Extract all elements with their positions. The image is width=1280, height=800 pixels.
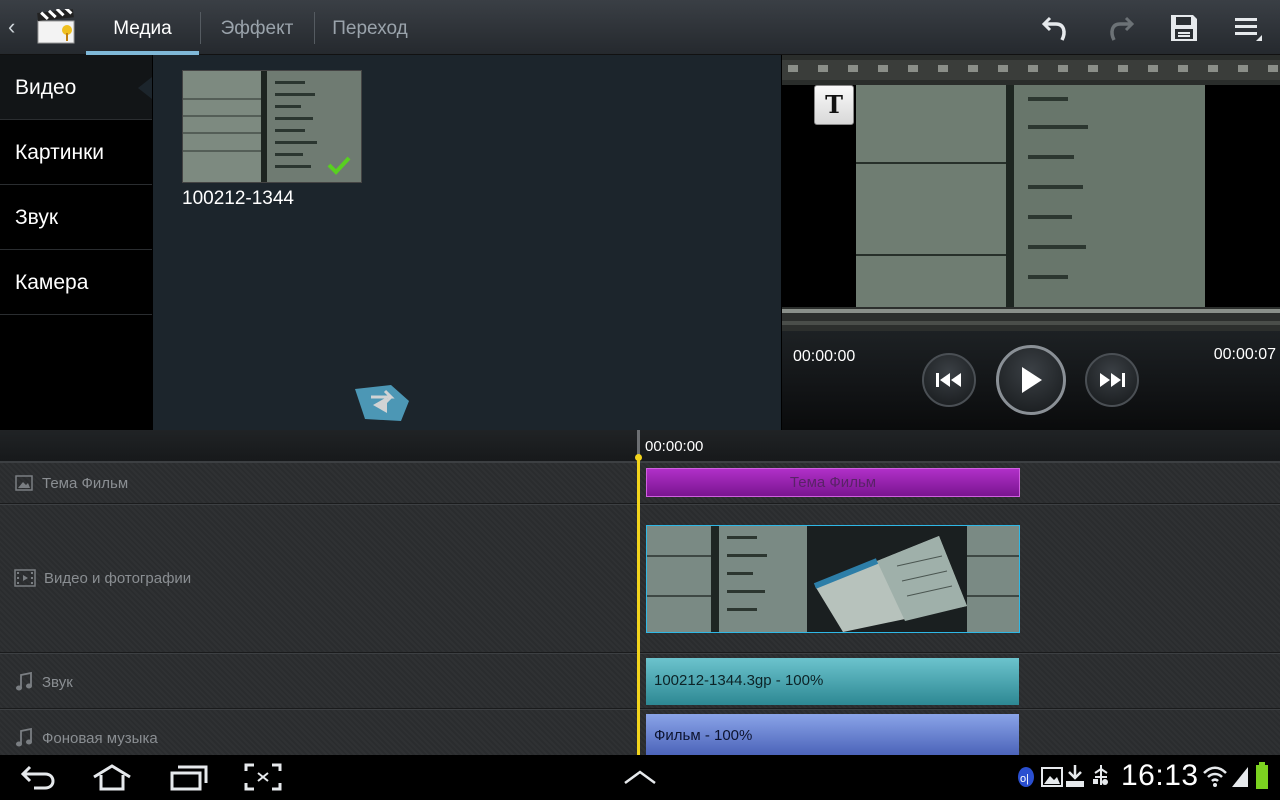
current-time: 00:00:00 <box>793 348 856 365</box>
video-thumbnail-label: 100212-1344 <box>182 188 294 209</box>
media-category-sidebar: Видео Картинки Звук Камера <box>0 55 152 430</box>
usb-debugging-icon <box>1093 765 1108 785</box>
status-clock: 16:13 <box>1121 759 1199 792</box>
audio-clip[interactable]: 100212-1344.3gp - 100% <box>646 658 1019 705</box>
track-label-text: Звук <box>42 673 73 691</box>
notification-app-icon: o| <box>1018 767 1034 787</box>
music-note-icon <box>16 727 32 747</box>
chevron-up-icon[interactable] <box>622 767 658 787</box>
track-label: Звук <box>14 671 73 693</box>
action-bar: ‹ Медиа Эффект Переход <box>0 0 1280 55</box>
recent-apps-icon[interactable] <box>168 763 208 791</box>
film-strip-bottom <box>782 307 1280 331</box>
track-theme: Тема Фильм Тема Фильм <box>0 462 1280 504</box>
undo-icon[interactable] <box>1038 10 1074 46</box>
signal-strength-icon <box>1232 767 1248 787</box>
fast-forward-button[interactable] <box>1085 353 1139 407</box>
total-time: 00:00:07 <box>1213 346 1276 363</box>
track-label: Видео и фотографии <box>14 568 191 588</box>
back-chevron-icon[interactable]: ‹ <box>8 14 15 40</box>
menu-icon[interactable] <box>1230 10 1266 46</box>
track-label-text: Фоновая музыка <box>42 729 158 747</box>
download-icon <box>1066 765 1084 787</box>
music-note-icon <box>16 671 32 691</box>
video-thumbnail[interactable] <box>182 70 362 183</box>
playhead[interactable] <box>637 458 640 755</box>
home-icon[interactable] <box>92 763 132 791</box>
playback-controls: 00:00:00 00:00:07 <box>782 331 1280 430</box>
playhead-dot <box>635 454 642 461</box>
media-browser: 100212-1344 <box>153 55 781 430</box>
redo-icon[interactable] <box>1102 10 1138 46</box>
back-icon[interactable] <box>20 763 56 791</box>
background-music-clip[interactable]: Фильм - 100% <box>646 714 1019 756</box>
system-navigation-bar: o| 16:13 <box>0 755 1280 800</box>
preview-frame-image <box>856 85 1205 307</box>
video-clip-frames <box>647 526 1019 632</box>
theme-clip[interactable]: Тема Фильм <box>646 468 1020 497</box>
sidebar-item-label: Камера <box>15 271 89 294</box>
image-icon <box>15 475 33 491</box>
fast-forward-icon <box>1100 373 1125 387</box>
sidebar-item-label: Картинки <box>15 141 104 164</box>
rewind-icon <box>936 373 961 387</box>
sidebar-item-video[interactable]: Видео <box>0 55 152 120</box>
timeline: 00:00:00 Тема Фильм Тема Фильм Видео и ф… <box>0 430 1280 756</box>
screenshot-icon[interactable] <box>244 763 282 791</box>
video-preview: T 00:00:00 00:00:07 <box>782 55 1280 430</box>
track-background-music: Фоновая музыка Фильм - 100% <box>0 709 1280 756</box>
battery-icon <box>1256 762 1268 789</box>
rewind-button[interactable] <box>922 353 976 407</box>
track-label: Фоновая музыка <box>14 727 158 749</box>
tab-transition[interactable]: Переход <box>315 0 425 55</box>
watermark-logo-icon <box>355 385 409 421</box>
clapperboard-icon[interactable] <box>36 9 78 45</box>
track-video: Видео и фотографии <box>0 504 1280 653</box>
svg-text:o|: o| <box>1020 773 1029 785</box>
sidebar-item-camera[interactable]: Камера <box>0 250 152 315</box>
add-text-button[interactable]: T <box>814 85 854 125</box>
track-audio: Звук 100212-1344.3gp - 100% <box>0 653 1280 709</box>
save-icon[interactable] <box>1166 10 1202 46</box>
sidebar-item-images[interactable]: Картинки <box>0 120 152 185</box>
play-button[interactable] <box>996 345 1066 415</box>
wifi-icon <box>1203 766 1227 787</box>
play-icon <box>1022 367 1042 393</box>
tab-effect[interactable]: Эффект <box>201 0 313 55</box>
film-icon <box>14 569 36 587</box>
sidebar-item-label: Видео <box>15 76 77 99</box>
sidebar-item-label: Звук <box>15 206 59 229</box>
checkmark-icon <box>327 156 351 175</box>
track-label-text: Тема Фильм <box>42 474 129 492</box>
film-strip-top <box>782 55 1280 85</box>
track-label: Тема Фильм <box>14 474 128 492</box>
sidebar-item-sound[interactable]: Звук <box>0 185 152 250</box>
ruler-time-label: 00:00:00 <box>645 438 704 455</box>
gallery-notification-icon <box>1041 767 1063 787</box>
track-label-text: Видео и фотографии <box>44 569 192 587</box>
video-clip[interactable] <box>646 525 1020 633</box>
tab-media[interactable]: Медиа <box>86 0 199 55</box>
selection-notch <box>138 77 152 99</box>
